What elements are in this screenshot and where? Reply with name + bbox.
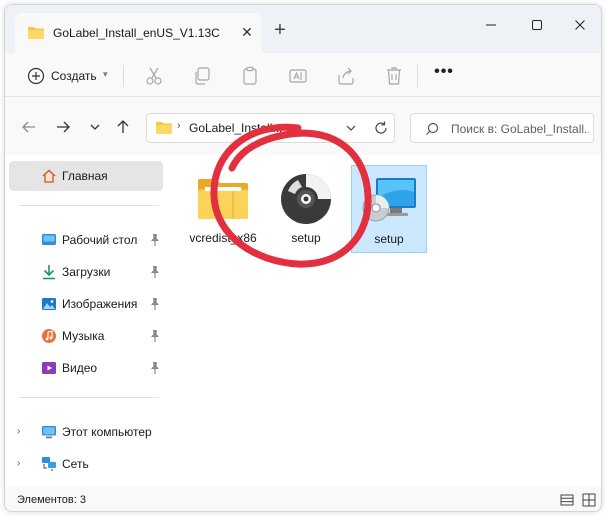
tab-close-icon[interactable]: ✕ bbox=[238, 23, 256, 41]
sidebar-item-this-pc[interactable]: › Этот компьютер bbox=[9, 417, 163, 447]
explorer-window: GoLabel_Install_enUS_V1.13C ✕ + Создать … bbox=[4, 4, 602, 512]
downloads-icon bbox=[43, 265, 55, 280]
sidebar-item-videos[interactable]: Видео bbox=[9, 353, 163, 383]
sidebar-divider bbox=[19, 205, 159, 206]
sidebar-item-pictures[interactable]: Изображения bbox=[9, 289, 163, 319]
sidebar-item-label: Видео bbox=[62, 361, 98, 375]
toolbar-divider bbox=[417, 65, 418, 87]
rename-icon[interactable] bbox=[287, 65, 309, 87]
tab-title: GoLabel_Install_enUS_V1.13C bbox=[53, 26, 220, 40]
maximize-icon bbox=[532, 20, 542, 30]
active-tab[interactable]: GoLabel_Install_enUS_V1.13C ✕ bbox=[15, 13, 262, 53]
close-icon bbox=[575, 20, 585, 30]
delete-icon[interactable] bbox=[383, 65, 405, 87]
desktop-icon bbox=[42, 234, 56, 245]
home-icon bbox=[42, 169, 56, 183]
breadcrumb-separator[interactable]: › bbox=[286, 120, 290, 132]
sidebar-item-label: Главная bbox=[62, 169, 108, 183]
address-bar[interactable]: › GoLabel_Install... › bbox=[146, 113, 395, 143]
file-item-vcredist[interactable]: vcredist_x86 bbox=[185, 165, 261, 253]
breadcrumb-current[interactable]: GoLabel_Install... bbox=[189, 121, 282, 135]
sidebar-item-music[interactable]: Музыка bbox=[9, 321, 163, 351]
file-item-setup-disc[interactable]: setup bbox=[268, 165, 344, 253]
pin-icon[interactable] bbox=[149, 265, 161, 279]
command-bar: Создать ▾ ••• bbox=[5, 53, 601, 97]
details-view-icon[interactable] bbox=[559, 492, 575, 508]
disc-icon bbox=[281, 174, 331, 224]
search-icon bbox=[426, 122, 439, 135]
minimize-button[interactable] bbox=[471, 11, 511, 39]
sidebar-item-label: Рабочий стол bbox=[62, 233, 138, 247]
folder-icon bbox=[156, 122, 172, 134]
sidebar-divider bbox=[19, 397, 159, 398]
close-window-button[interactable] bbox=[560, 11, 600, 39]
minimize-icon bbox=[486, 24, 496, 26]
cut-icon[interactable] bbox=[143, 65, 165, 87]
file-list: vcredist_x86 setup setup bbox=[167, 155, 601, 491]
pin-icon[interactable] bbox=[149, 233, 161, 247]
file-item-setup-installer[interactable]: setup bbox=[351, 165, 427, 253]
more-options-button[interactable]: ••• bbox=[433, 64, 455, 87]
pin-icon[interactable] bbox=[149, 297, 161, 311]
pin-icon[interactable] bbox=[149, 361, 161, 375]
status-bar: Элементов: 3 bbox=[5, 487, 601, 511]
search-input[interactable]: Поиск в: GoLabel_Install... bbox=[410, 113, 594, 143]
navigation-pane: Главная Рабочий стол Загрузки Изображени… bbox=[5, 155, 167, 491]
item-count: Элементов: 3 bbox=[17, 494, 86, 506]
sidebar-item-label: Сеть bbox=[62, 457, 89, 471]
pictures-icon bbox=[42, 298, 56, 310]
create-button[interactable]: Создать ▾ bbox=[21, 63, 117, 89]
recent-chevron-icon[interactable] bbox=[85, 117, 105, 137]
title-bar: GoLabel_Install_enUS_V1.13C ✕ + bbox=[5, 5, 601, 53]
expand-chevron-icon[interactable]: › bbox=[17, 458, 20, 469]
refresh-icon[interactable] bbox=[373, 120, 389, 136]
create-label: Создать bbox=[51, 69, 97, 83]
music-icon bbox=[42, 329, 56, 343]
maximize-button[interactable] bbox=[517, 11, 557, 39]
setup-installer-icon bbox=[362, 178, 416, 222]
up-arrow-icon[interactable] bbox=[113, 117, 133, 137]
sidebar-item-downloads[interactable]: Загрузки bbox=[9, 257, 163, 287]
this-pc-icon bbox=[42, 426, 56, 439]
expand-chevron-icon[interactable]: › bbox=[17, 426, 20, 437]
address-dropdown-icon[interactable] bbox=[343, 120, 359, 136]
file-name: vcredist_x86 bbox=[189, 231, 257, 245]
search-placeholder: Поиск в: GoLabel_Install... bbox=[451, 122, 589, 136]
sidebar-item-label: Загрузки bbox=[62, 265, 111, 279]
file-name: setup bbox=[374, 232, 404, 246]
forward-arrow-icon[interactable] bbox=[53, 117, 73, 137]
tiles-view-icon[interactable] bbox=[581, 492, 597, 508]
folder-icon bbox=[28, 27, 44, 39]
toolbar-divider bbox=[123, 65, 124, 87]
back-arrow-icon[interactable] bbox=[19, 117, 39, 137]
pin-icon[interactable] bbox=[149, 329, 161, 343]
sidebar-item-home[interactable]: Главная bbox=[9, 161, 163, 191]
sidebar-item-label: Музыка bbox=[62, 329, 105, 343]
network-icon bbox=[42, 457, 56, 471]
share-icon[interactable] bbox=[335, 65, 357, 87]
copy-icon[interactable] bbox=[191, 65, 213, 87]
sidebar-item-network[interactable]: › Сеть bbox=[9, 449, 163, 479]
navigation-bar: › GoLabel_Install... › Поиск в: GoLabel_… bbox=[5, 97, 601, 155]
sidebar-item-desktop[interactable]: Рабочий стол bbox=[9, 225, 163, 255]
plus-circle-icon bbox=[27, 67, 45, 85]
new-tab-button[interactable]: + bbox=[270, 20, 290, 41]
chevron-down-icon: ▾ bbox=[103, 69, 108, 79]
paste-icon[interactable] bbox=[239, 65, 261, 87]
folder-icon bbox=[198, 179, 248, 219]
sidebar-item-label: Этот компьютер bbox=[62, 425, 152, 439]
breadcrumb-separator[interactable]: › bbox=[177, 120, 181, 132]
videos-icon bbox=[42, 362, 56, 374]
sidebar-item-label: Изображения bbox=[62, 297, 138, 311]
file-name: setup bbox=[291, 231, 321, 245]
